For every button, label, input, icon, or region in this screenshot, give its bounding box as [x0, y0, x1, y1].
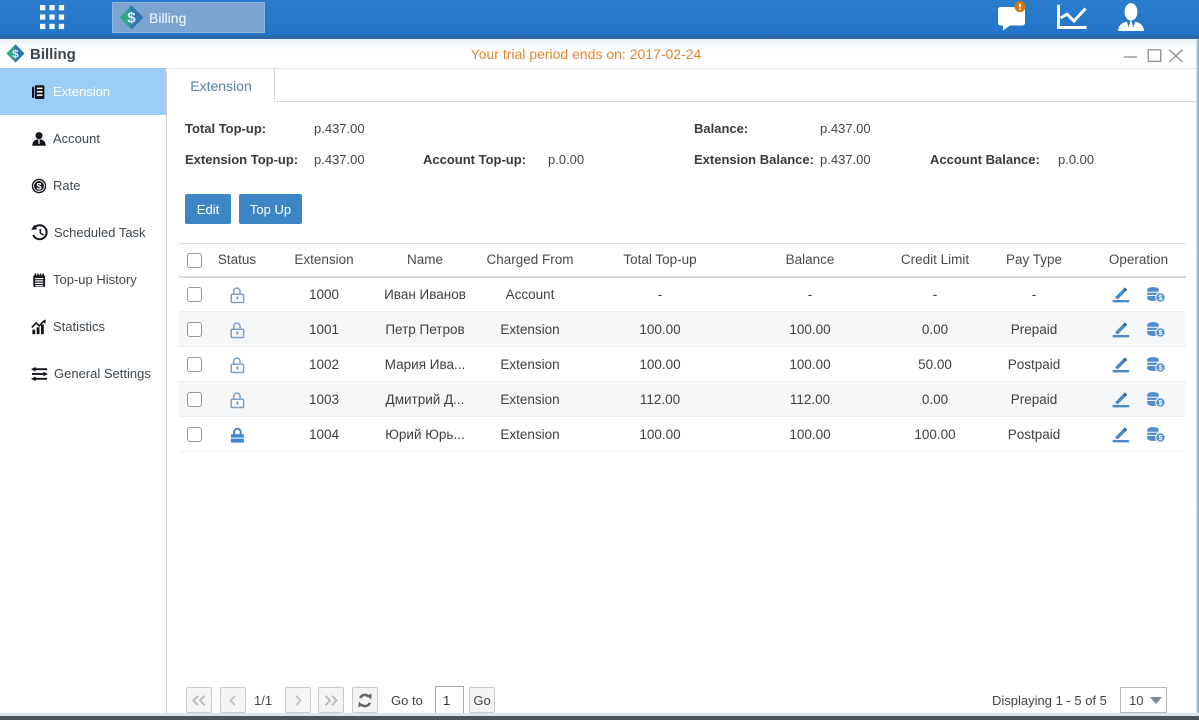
svg-text:$: $ [36, 181, 42, 192]
svg-text:$: $ [127, 10, 136, 27]
